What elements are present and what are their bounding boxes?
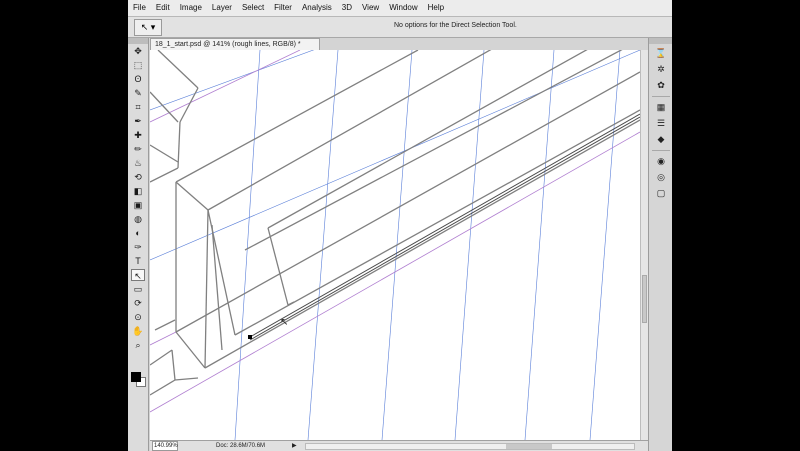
guides — [150, 50, 640, 440]
type-icon[interactable]: T — [131, 255, 145, 267]
zoom-field[interactable]: 140.99% — [152, 441, 178, 451]
direct-selection-icon[interactable]: ↖ — [131, 269, 145, 281]
menu-window[interactable]: Window — [384, 0, 422, 16]
menu-bar: File Edit Image Layer Select Filter Anal… — [128, 0, 672, 17]
quick-select-icon[interactable]: ✎ — [131, 87, 145, 99]
channels-icon[interactable]: ☰ — [654, 117, 668, 130]
hand-icon[interactable]: ✋ — [131, 325, 145, 337]
menu-file[interactable]: File — [128, 0, 151, 16]
doc-size: Doc: 28.6M/70.6M — [216, 443, 266, 449]
direct-selection-icon: ↖ ▾ — [140, 22, 156, 32]
tools-grip[interactable] — [128, 38, 148, 44]
menu-edit[interactable]: Edit — [151, 0, 175, 16]
foreground-color-swatch[interactable] — [131, 372, 141, 382]
masks-icon[interactable]: ▢ — [654, 187, 668, 200]
eyedropper-icon[interactable]: ✒ — [131, 115, 145, 127]
blur-icon[interactable]: ◍ — [131, 213, 145, 225]
3d-rotate-icon[interactable]: ⟳ — [131, 297, 145, 309]
tools-panel: ✥ ⬚ ʘ ✎ ⌗ ✒ ✚ ✏ ♨ ⟲ ◧ ▣ ◍ ◐ ✑ T ↖ ▭ ⟳ ⊙ ✋ ⌕ — [128, 38, 149, 451]
menu-help[interactable]: Help — [423, 0, 449, 16]
panel-dock: ⌛ ✲ ✿ ▦ ☰ ◆ ◉ ◎ ▢ — [648, 38, 672, 451]
menu-select[interactable]: Select — [237, 0, 269, 16]
photoshop-window: File Edit Image Layer Select Filter Anal… — [128, 0, 672, 451]
history-brush-icon[interactable]: ⟲ — [131, 171, 145, 183]
document-canvas[interactable]: ↖ — [150, 50, 640, 440]
lasso-icon[interactable]: ʘ — [131, 73, 145, 85]
clone-stamp-icon[interactable]: ♨ — [131, 157, 145, 169]
history-icon[interactable]: ⌛ — [654, 47, 668, 60]
panel-dock-grip[interactable] — [649, 38, 672, 44]
brush-icon[interactable]: ✏ — [131, 143, 145, 155]
selected-path[interactable] — [249, 113, 640, 341]
options-text: No options for the Direct Selection Tool… — [394, 22, 517, 29]
menu-view[interactable]: View — [357, 0, 384, 16]
panel-separator — [652, 96, 670, 97]
options-bar: ↖ ▾ No options for the Direct Selection … — [128, 17, 672, 38]
dodge-icon[interactable]: ◐ — [131, 227, 145, 239]
move-icon[interactable]: ✥ — [131, 45, 145, 57]
actions-icon[interactable]: ✲ — [654, 63, 668, 76]
tool-preset-picker[interactable]: ↖ ▾ — [134, 19, 162, 36]
rough-lines — [150, 50, 640, 396]
anchor-point[interactable] — [248, 335, 252, 339]
marquee-icon[interactable]: ⬚ — [131, 59, 145, 71]
shape-icon[interactable]: ▭ — [131, 283, 145, 295]
status-menu-arrow[interactable]: ▶ — [292, 441, 297, 451]
zoom-icon[interactable]: ⌕ — [131, 339, 145, 351]
adjustments-icon[interactable]: ◎ — [654, 171, 668, 184]
status-bar: 140.99% Doc: 28.6M/70.6M ▶ — [150, 440, 648, 451]
document-tab[interactable]: 18_1_start.psd @ 141% (rough lines, RGB/… — [150, 38, 320, 50]
menu-layer[interactable]: Layer — [207, 0, 237, 16]
paths-icon[interactable]: ◆ — [654, 133, 668, 146]
menu-filter[interactable]: Filter — [269, 0, 297, 16]
direct-selection-cursor-icon: ↖ — [280, 317, 288, 328]
pen-icon[interactable]: ✑ — [131, 241, 145, 253]
drawing-svg: ↖ — [150, 50, 640, 440]
menu-3d[interactable]: 3D — [337, 0, 357, 16]
eraser-icon[interactable]: ◧ — [131, 185, 145, 197]
panel-separator — [652, 150, 670, 151]
layers-icon[interactable]: ▦ — [654, 101, 668, 114]
healing-icon[interactable]: ✚ — [131, 129, 145, 141]
document-tab-title: 18_1_start.psd @ 141% (rough lines, RGB/… — [155, 41, 301, 48]
styles-icon[interactable]: ◉ — [654, 155, 668, 168]
menu-analysis[interactable]: Analysis — [297, 0, 337, 16]
vertical-scroll-thumb[interactable] — [642, 275, 647, 323]
brushes-icon[interactable]: ✿ — [654, 79, 668, 92]
crop-icon[interactable]: ⌗ — [131, 101, 145, 113]
menu-image[interactable]: Image — [175, 0, 207, 16]
horizontal-scrollbar[interactable] — [305, 443, 635, 450]
gradient-icon[interactable]: ▣ — [131, 199, 145, 211]
3d-orbit-icon[interactable]: ⊙ — [131, 311, 145, 323]
horizontal-scroll-thumb[interactable] — [506, 444, 552, 449]
